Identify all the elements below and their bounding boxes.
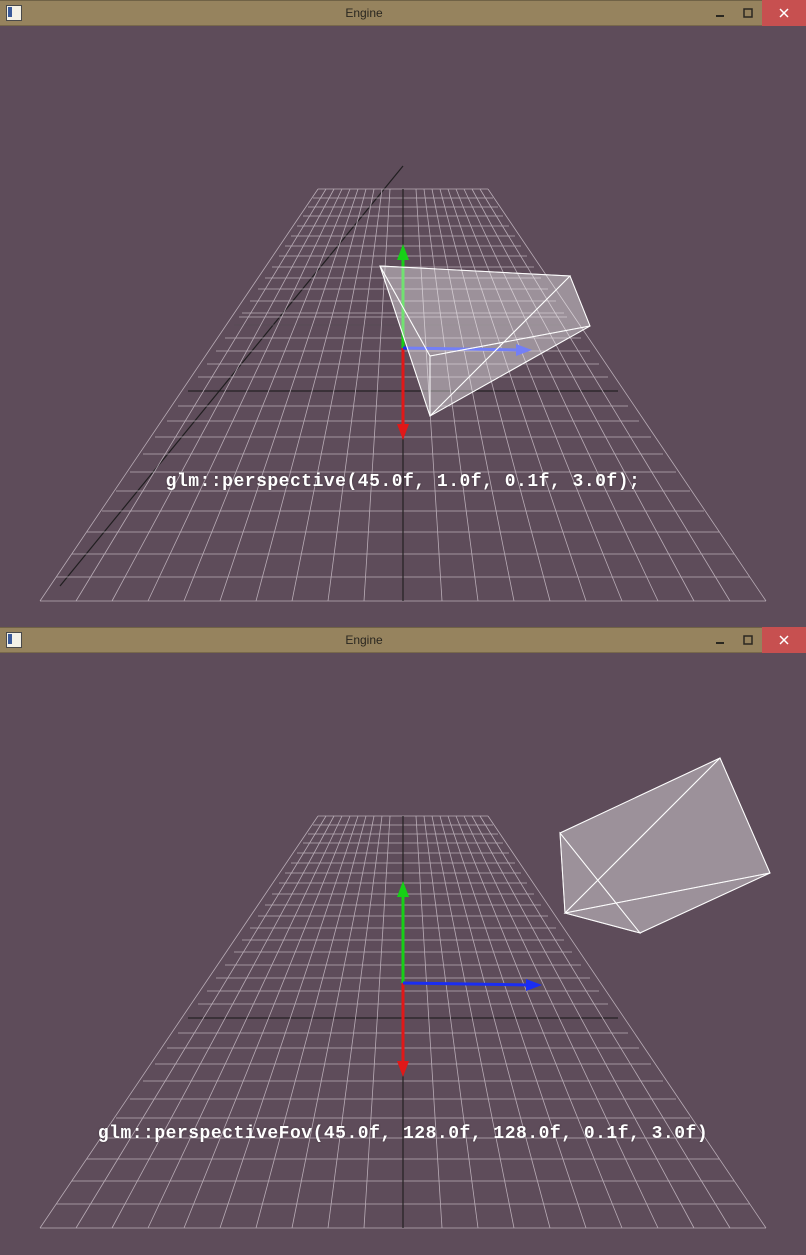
close-icon (778, 634, 790, 646)
window-title: Engine (22, 633, 706, 647)
camera-frustum (560, 758, 770, 933)
camera-frustum (380, 266, 590, 416)
window-controls (706, 0, 806, 26)
axis-y-neg (397, 348, 409, 440)
app-icon (6, 632, 22, 648)
axis-x (403, 979, 542, 991)
window-title: Engine (22, 6, 706, 20)
overlay-code: glm::perspective(45.0f, 1.0f, 0.1f, 3.0f… (0, 472, 806, 492)
minimize-icon (715, 8, 725, 18)
axis-y-neg (397, 983, 409, 1077)
minimize-button[interactable] (706, 627, 734, 653)
scene-render (0, 26, 806, 627)
window-1: Engine (0, 0, 806, 627)
close-button[interactable] (762, 0, 806, 26)
app-icon (6, 5, 22, 21)
window-controls (706, 627, 806, 653)
viewport-3d[interactable]: glm::perspective(45.0f, 1.0f, 0.1f, 3.0f… (0, 26, 806, 627)
maximize-icon (743, 635, 753, 645)
scene-render (0, 653, 806, 1254)
close-button[interactable] (762, 627, 806, 653)
viewport-3d[interactable]: glm::perspectiveFov(45.0f, 128.0f, 128.0… (0, 653, 806, 1254)
axis-y (397, 881, 409, 983)
maximize-icon (743, 8, 753, 18)
maximize-button[interactable] (734, 627, 762, 653)
minimize-icon (715, 635, 725, 645)
overlay-code: glm::perspectiveFov(45.0f, 128.0f, 128.0… (0, 1124, 806, 1144)
window-2: Engine (0, 627, 806, 1254)
titlebar[interactable]: Engine (0, 0, 806, 26)
close-icon (778, 7, 790, 19)
titlebar[interactable]: Engine (0, 627, 806, 653)
maximize-button[interactable] (734, 0, 762, 26)
minimize-button[interactable] (706, 0, 734, 26)
